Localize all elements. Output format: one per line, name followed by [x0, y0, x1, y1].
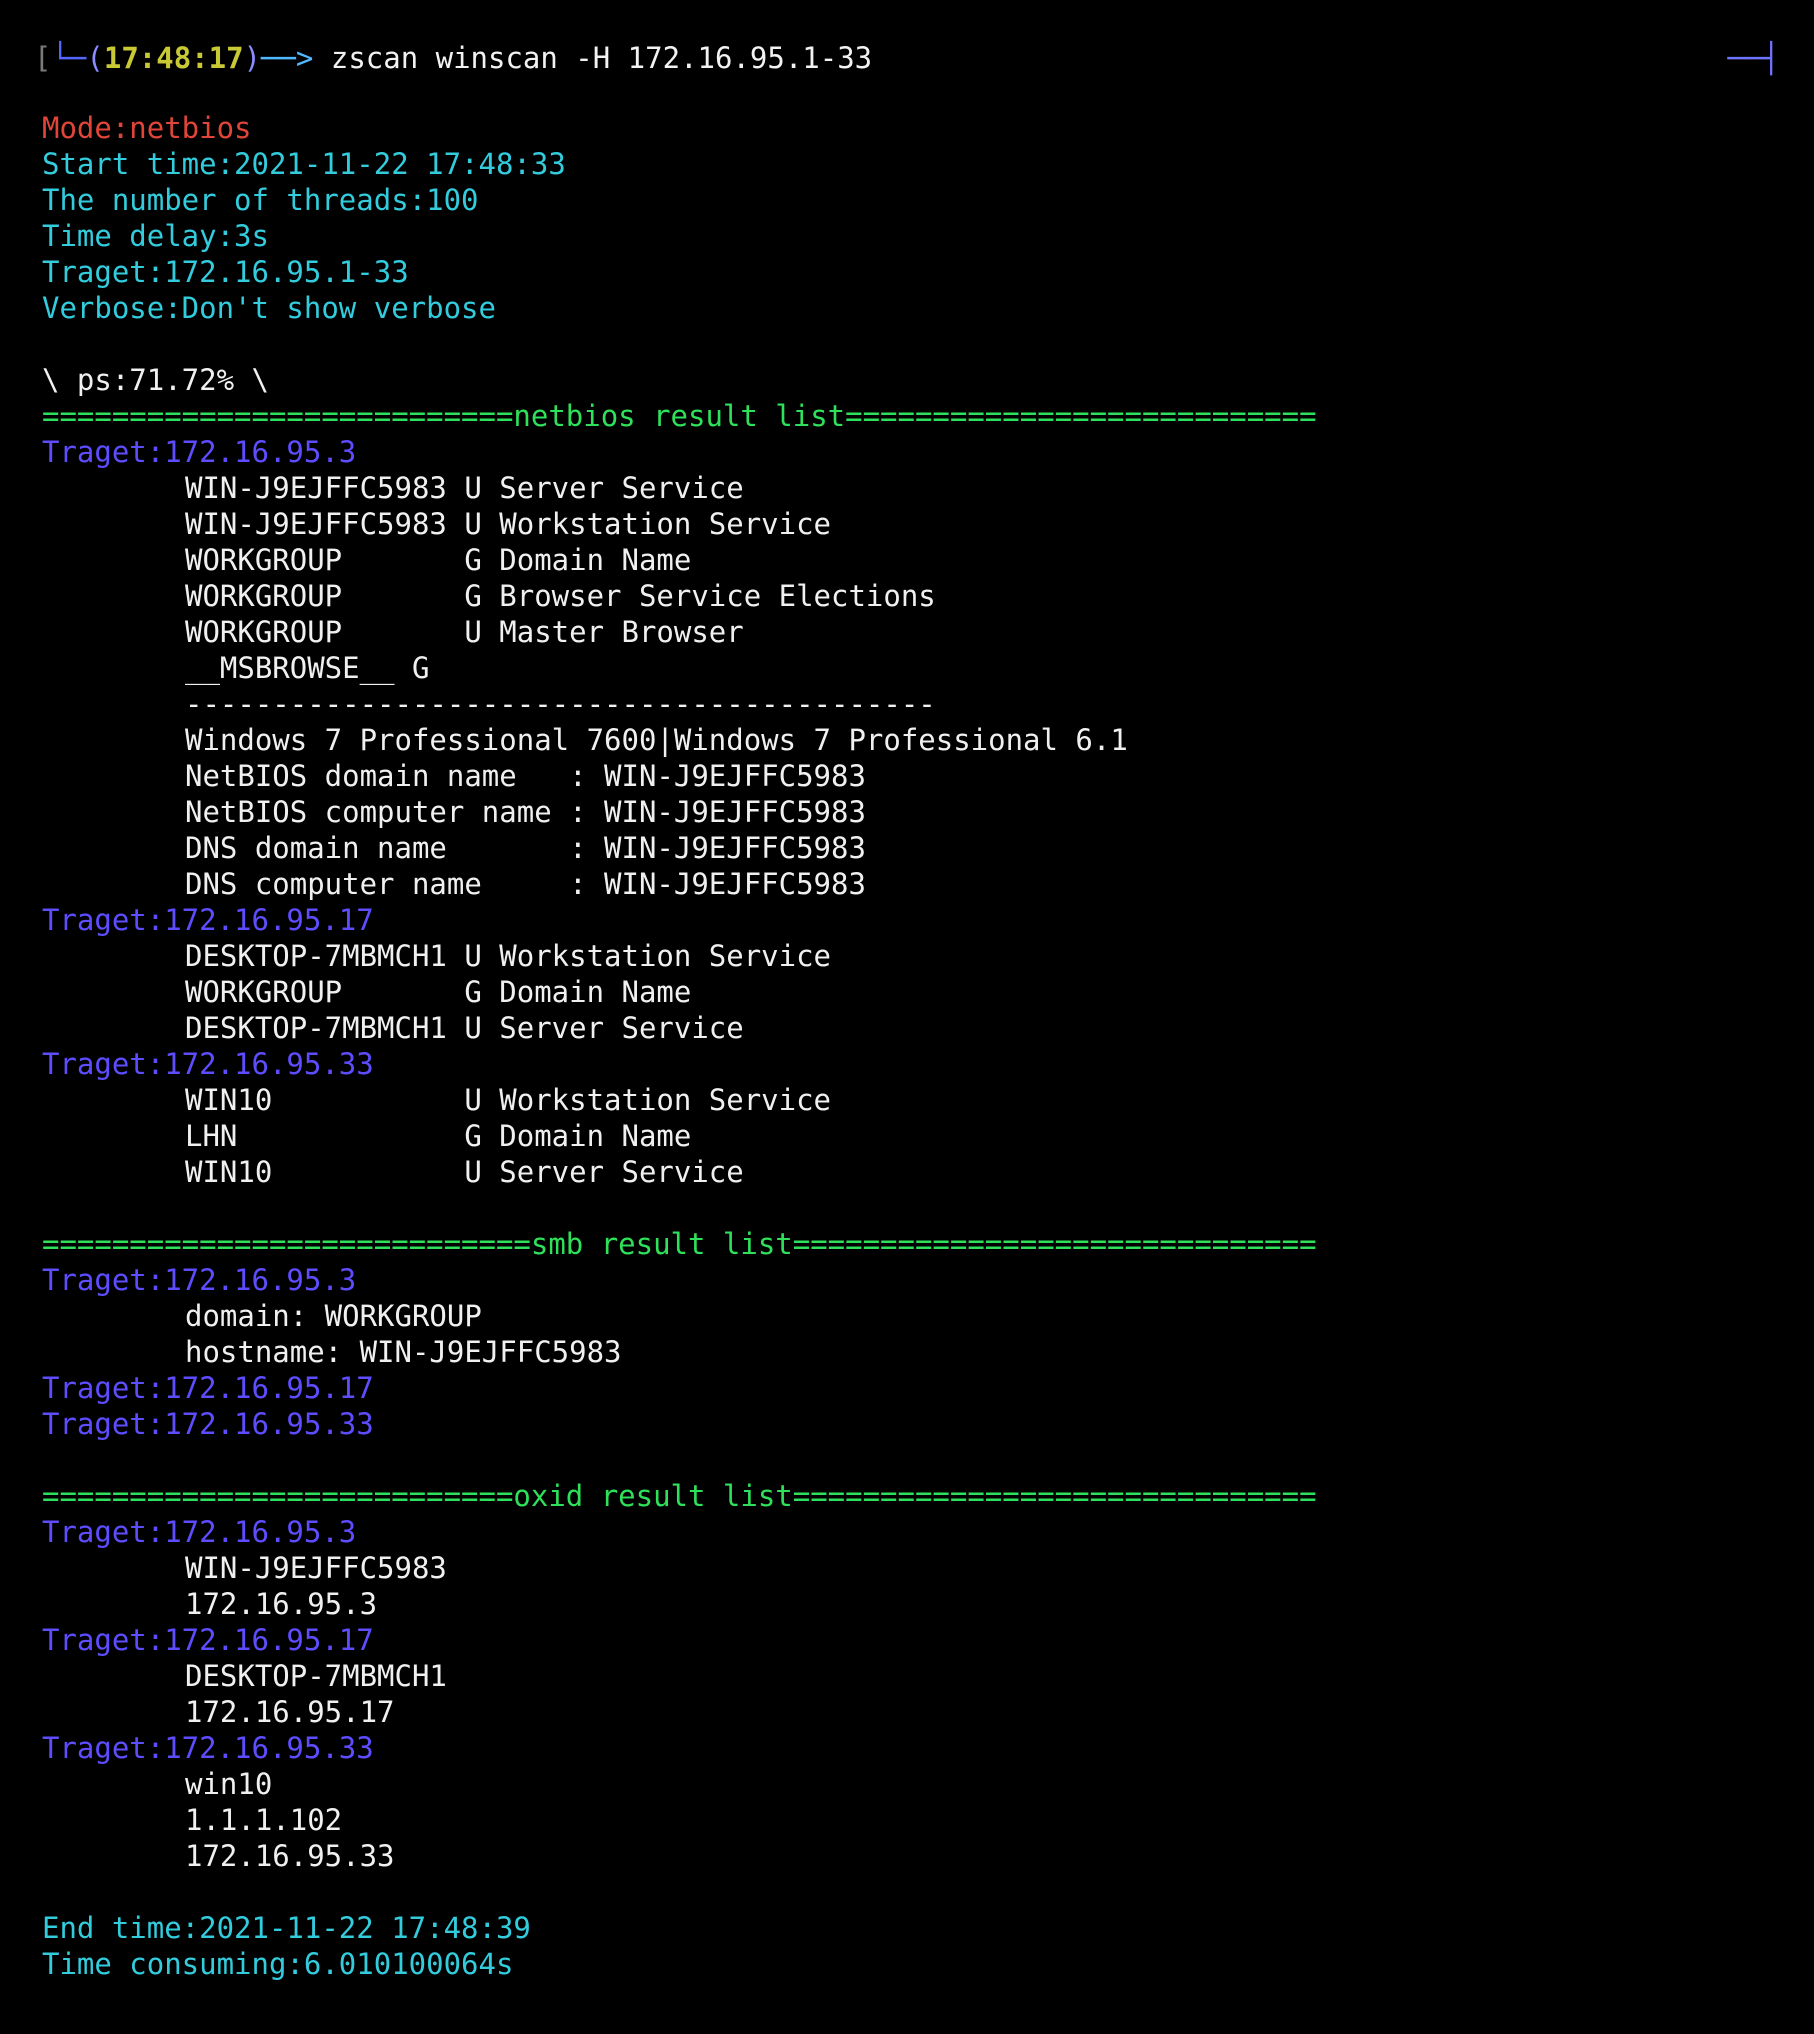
netbios-target: Traget:172.16.95.17 — [42, 903, 374, 937]
netbios-entry: WIN-J9EJFFC5983 U Workstation Service — [185, 507, 832, 541]
oxid-entry: 172.16.95.33 — [185, 1839, 395, 1873]
smb-target: Traget:172.16.95.3 — [42, 1263, 357, 1297]
oxid-entry: DESKTOP-7MBMCH1 — [185, 1659, 447, 1693]
smb-banner: ============================smb result l… — [42, 1227, 1317, 1261]
smb-hostname: hostname: WIN-J9EJFFC5983 — [185, 1335, 622, 1369]
netbios-entry: WORKGROUP G Domain Name — [185, 975, 692, 1009]
oxid-target: Traget:172.16.95.33 — [42, 1731, 374, 1765]
netbios-banner: ===========================netbios resul… — [42, 399, 1317, 433]
progress-line: \ ps:71.72% \ — [42, 363, 269, 397]
start-time-line: Start time:2021-11-22 17:48:33 — [42, 147, 566, 181]
netbios-entry: WIN10 U Workstation Service — [185, 1083, 832, 1117]
dns-computer-name: DNS computer name : WIN-J9EJFFC5983 — [185, 867, 866, 901]
oxid-entry: win10 — [185, 1767, 273, 1801]
shell-prompt: [└─(17:48:17)──> zscan winscan -H 172.16… — [34, 38, 872, 78]
oxid-target: Traget:172.16.95.3 — [42, 1515, 357, 1549]
oxid-entry: WIN-J9EJFFC5983 — [185, 1551, 447, 1585]
smb-target: Traget:172.16.95.33 — [42, 1407, 374, 1441]
threads-line: The number of threads:100 — [42, 183, 479, 217]
end-time-line: End time:2021-11-22 17:48:39 — [42, 1911, 531, 1945]
netbios-divider: ----------------------------------------… — [185, 687, 936, 721]
smb-domain: domain: WORKGROUP — [185, 1299, 482, 1333]
netbios-entry: DESKTOP-7MBMCH1 U Workstation Service — [185, 939, 832, 973]
netbios-domain-name: NetBIOS domain name : WIN-J9EJFFC5983 — [185, 759, 866, 793]
prompt-paren-open: ( — [86, 41, 104, 75]
verbose-line: Verbose:Don't show verbose — [42, 291, 496, 325]
netbios-target: Traget:172.16.95.33 — [42, 1047, 374, 1081]
netbios-entry: WORKGROUP G Browser Service Elections — [185, 579, 936, 613]
netbios-entry: WIN-J9EJFFC5983 U Server Service — [185, 471, 744, 505]
netbios-entry: WORKGROUP U Master Browser — [185, 615, 744, 649]
netbios-entry: WORKGROUP G Domain Name — [185, 543, 692, 577]
prompt-time: 17:48:17 — [103, 41, 244, 75]
prompt-arrow: ──> — [261, 41, 314, 75]
command-value: zscan winscan -H 172.16.95.1-33 — [330, 41, 873, 75]
oxid-entry: 1.1.1.102 — [185, 1803, 343, 1837]
mode-line: Mode:netbios — [42, 111, 252, 145]
terminal-window: [└─(17:48:17)──> zscan winscan -H 172.16… — [0, 0, 1814, 2034]
command-output: Mode:netbios Start time:2021-11-22 17:48… — [42, 110, 1782, 1982]
prompt-paren-close: ) — [243, 41, 262, 75]
smb-target: Traget:172.16.95.17 — [42, 1371, 374, 1405]
time-consuming-line: Time consuming:6.010100064s — [42, 1947, 514, 1981]
command-text[interactable]: zscan winscan -H 172.16.95.1-33 — [313, 41, 872, 75]
netbios-entry: __MSBROWSE__ G — [185, 651, 430, 685]
os-info-line: Windows 7 Professional 7600|Windows 7 Pr… — [185, 723, 1128, 757]
netbios-computer-name: NetBIOS computer name : WIN-J9EJFFC5983 — [185, 795, 866, 829]
prompt-bracket: [ — [34, 41, 52, 75]
target-range-line: Traget:172.16.95.1-33 — [42, 255, 409, 289]
oxid-target: Traget:172.16.95.17 — [42, 1623, 374, 1657]
oxid-banner: ===========================oxid result l… — [42, 1479, 1317, 1513]
dns-domain-name: DNS domain name : WIN-J9EJFFC5983 — [185, 831, 866, 865]
netbios-entry: DESKTOP-7MBMCH1 U Server Service — [185, 1011, 744, 1045]
prompt-right-decor: ──┤ — [1727, 41, 1780, 75]
oxid-entry: 172.16.95.17 — [185, 1695, 395, 1729]
netbios-entry: LHN G Domain Name — [185, 1119, 692, 1153]
oxid-entry: 172.16.95.3 — [185, 1587, 378, 1621]
netbios-target: Traget:172.16.95.3 — [42, 435, 357, 469]
delay-line: Time delay:3s — [42, 219, 269, 253]
netbios-entry: WIN10 U Server Service — [185, 1155, 744, 1189]
prompt-corner: └─ — [51, 41, 87, 75]
